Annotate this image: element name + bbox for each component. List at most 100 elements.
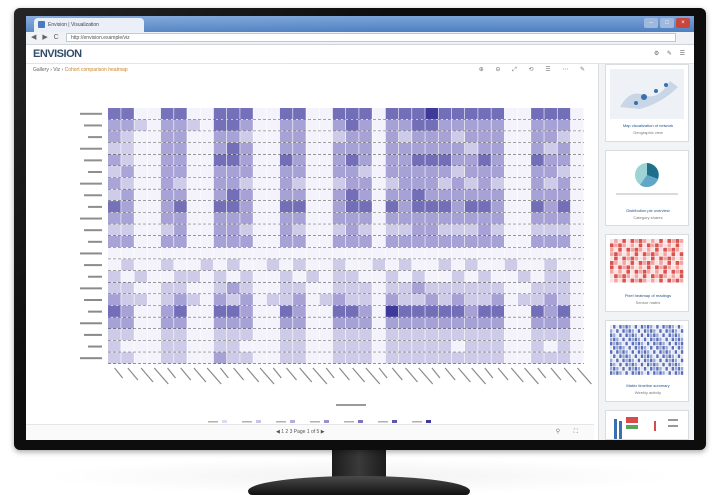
heatmap-cell[interactable] <box>121 340 134 352</box>
heatmap-cell[interactable] <box>372 282 386 294</box>
gallery-card-pie[interactable]: Distribution pie overview Category share… <box>605 150 689 226</box>
heatmap-cell[interactable] <box>213 201 227 213</box>
heatmap-cell[interactable] <box>451 329 465 341</box>
heatmap-cell[interactable] <box>279 131 293 143</box>
heatmap-cell[interactable] <box>412 305 425 317</box>
heatmap-cell[interactable] <box>266 119 280 131</box>
heatmap-cell[interactable] <box>266 294 280 306</box>
heatmap-cell[interactable] <box>319 259 333 271</box>
heatmap-cell[interactable] <box>266 142 280 154</box>
heatmap-cell[interactable] <box>438 166 452 178</box>
heatmap-cell[interactable] <box>293 201 306 213</box>
heatmap-cell[interactable] <box>491 317 505 329</box>
heatmap-cell[interactable] <box>266 189 280 201</box>
heatmap-cell[interactable] <box>332 270 346 282</box>
heatmap-cell[interactable] <box>319 329 333 341</box>
heatmap-cell[interactable] <box>465 166 478 178</box>
minimize-button[interactable]: – <box>644 18 658 28</box>
heatmap-cell[interactable] <box>412 247 425 259</box>
heatmap-cell[interactable] <box>544 282 557 294</box>
heatmap-cell[interactable] <box>425 201 438 213</box>
heatmap-cell[interactable] <box>240 305 253 317</box>
heatmap-cell[interactable] <box>213 270 227 282</box>
heatmap-cell[interactable] <box>293 282 306 294</box>
heatmap-cell[interactable] <box>147 119 161 131</box>
heatmap-cell[interactable] <box>108 282 121 294</box>
heatmap-cell[interactable] <box>531 247 544 259</box>
heatmap-cell[interactable] <box>504 201 518 213</box>
heatmap-cell[interactable] <box>266 282 280 294</box>
heatmap-cell[interactable] <box>465 201 478 213</box>
heatmap-cell[interactable] <box>253 212 267 224</box>
heatmap-cell[interactable] <box>332 177 346 189</box>
heatmap-cell[interactable] <box>557 329 571 341</box>
heatmap-cell[interactable] <box>465 131 478 143</box>
heatmap-cell[interactable] <box>372 131 386 143</box>
heatmap-cell[interactable] <box>491 108 505 120</box>
heatmap-cell[interactable] <box>279 142 293 154</box>
heatmap-cell[interactable] <box>134 329 148 341</box>
heatmap-cell[interactable] <box>517 270 531 282</box>
heatmap-cell[interactable] <box>108 294 121 306</box>
heatmap-cell[interactable] <box>372 317 386 329</box>
heatmap-cell[interactable] <box>517 189 531 201</box>
heatmap-cell[interactable] <box>108 317 121 329</box>
pagination[interactable]: ◀ 1 2 3 Page 1 of 5 ▶ <box>276 429 325 435</box>
heatmap-cell[interactable] <box>108 247 121 259</box>
heatmap-cell[interactable] <box>544 189 557 201</box>
heatmap-cell[interactable] <box>412 189 425 201</box>
heatmap-cell[interactable] <box>504 154 518 166</box>
heatmap-cell[interactable] <box>531 142 544 154</box>
heatmap-cell[interactable] <box>438 305 452 317</box>
heatmap-cell[interactable] <box>187 201 200 213</box>
heatmap-cell[interactable] <box>121 259 134 271</box>
heatmap-cell[interactable] <box>346 177 359 189</box>
heatmap-cell[interactable] <box>557 142 571 154</box>
heatmap-cell[interactable] <box>517 131 531 143</box>
heatmap-cell[interactable] <box>227 131 240 143</box>
heatmap-cell[interactable] <box>478 259 491 271</box>
heatmap-cell[interactable] <box>160 224 174 236</box>
heatmap-cell[interactable] <box>372 340 386 352</box>
heatmap-cell[interactable] <box>174 154 187 166</box>
heatmap-cell[interactable] <box>557 131 571 143</box>
heatmap-cell[interactable] <box>160 108 174 120</box>
heatmap-cell[interactable] <box>227 236 240 248</box>
heatmap-cell[interactable] <box>227 119 240 131</box>
heatmap-cell[interactable] <box>279 189 293 201</box>
heatmap-cell[interactable] <box>160 212 174 224</box>
heatmap-cell[interactable] <box>451 247 465 259</box>
heatmap-cell[interactable] <box>412 201 425 213</box>
heatmap-cell[interactable] <box>200 282 214 294</box>
heatmap-cell[interactable] <box>279 305 293 317</box>
heatmap-cell[interactable] <box>213 142 227 154</box>
heatmap-cell[interactable] <box>160 340 174 352</box>
heatmap-cell[interactable] <box>200 247 214 259</box>
heatmap-cell[interactable] <box>293 352 306 364</box>
heatmap-cell[interactable] <box>359 340 372 352</box>
heatmap-cell[interactable] <box>465 142 478 154</box>
heatmap-cell[interactable] <box>531 236 544 248</box>
heatmap-cell[interactable] <box>240 201 253 213</box>
heatmap-cell[interactable] <box>359 282 372 294</box>
heatmap-cell[interactable] <box>412 131 425 143</box>
heatmap-cell[interactable] <box>478 119 491 131</box>
heatmap-cell[interactable] <box>319 142 333 154</box>
heatmap-cell[interactable] <box>266 270 280 282</box>
heatmap-cell[interactable] <box>398 189 412 201</box>
heatmap-cell[interactable] <box>557 108 571 120</box>
heatmap-cell[interactable] <box>319 282 333 294</box>
heatmap-cell[interactable] <box>478 282 491 294</box>
heatmap-chart[interactable] <box>26 78 594 424</box>
heatmap-cell[interactable] <box>266 166 280 178</box>
heatmap-cell[interactable] <box>412 329 425 341</box>
heatmap-cell[interactable] <box>279 329 293 341</box>
heatmap-cell[interactable] <box>451 282 465 294</box>
heatmap-cell[interactable] <box>385 247 399 259</box>
heatmap-cell[interactable] <box>465 352 478 364</box>
heatmap-cell[interactable] <box>266 305 280 317</box>
heatmap-cell[interactable] <box>491 247 505 259</box>
heatmap-cell[interactable] <box>121 270 134 282</box>
heatmap-cell[interactable] <box>227 189 240 201</box>
heatmap-cell[interactable] <box>504 108 518 120</box>
